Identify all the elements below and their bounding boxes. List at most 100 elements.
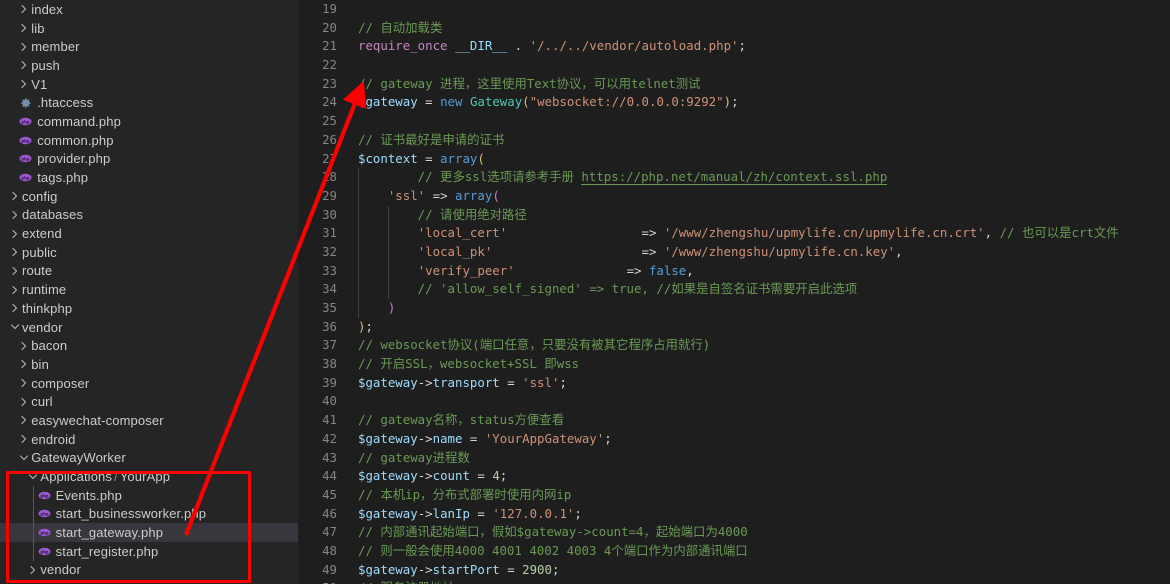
code-line-content[interactable]: // 'allow_self_signed' => true, //如果是自签名… xyxy=(350,280,1170,299)
code-line[interactable]: 48 // 则一般会使用4000 4001 4002 4003 4个端口作为内部通… xyxy=(298,542,1170,561)
code-line-content[interactable]: require_once __DIR__ . '/../../vendor/au… xyxy=(350,37,1170,56)
code-line-content[interactable]: ); xyxy=(350,318,1170,337)
chevron-down-icon[interactable] xyxy=(26,471,40,483)
tree-item-gatewayworker[interactable]: GatewayWorker xyxy=(0,449,298,468)
tree-item-config[interactable]: config xyxy=(0,187,298,206)
code-line-content[interactable]: ) xyxy=(350,299,1170,318)
code-line-content[interactable] xyxy=(350,56,1170,75)
tree-item-curl[interactable]: curl xyxy=(0,392,298,411)
file-explorer-sidebar[interactable]: index lib member push V1 .htaccess php command.… xyxy=(0,0,298,584)
code-line-content[interactable]: // gateway进程数 xyxy=(350,449,1170,468)
tree-item-endroid[interactable]: endroid xyxy=(0,430,298,449)
code-line[interactable]: 28 // 更多ssl选项请参考手册 https://php.net/manua… xyxy=(298,168,1170,187)
chevron-right-icon[interactable] xyxy=(8,228,22,240)
code-line[interactable]: 21 require_once __DIR__ . '/../../vendor/… xyxy=(298,37,1170,56)
chevron-right-icon[interactable] xyxy=(26,564,40,576)
code-line-content[interactable]: $context = array( xyxy=(350,150,1170,169)
chevron-right-icon[interactable] xyxy=(8,246,22,258)
code-line-content[interactable]: // websocket协议(端口任意，只要没有被其它程序占用就行) xyxy=(350,336,1170,355)
code-line[interactable]: 20 // 自动加载类 xyxy=(298,19,1170,38)
tree-item-start-businessworker-php[interactable]: php start_businessworker.php xyxy=(0,504,298,524)
tree-item-command-php[interactable]: php command.php xyxy=(0,112,298,131)
code-line[interactable]: 24 $gateway = new Gateway("websocket://0.… xyxy=(298,93,1170,112)
tree-item-provider-php[interactable]: php provider.php xyxy=(0,150,298,169)
tree-item-applications[interactable]: Applications / YourApp xyxy=(0,467,298,486)
file-tree[interactable]: index lib member push V1 .htaccess php command.… xyxy=(0,0,298,579)
code-editor[interactable]: 19 20 // 自动加载类 21 require_once __DIR__ . '/.… xyxy=(298,0,1170,584)
code-line-content[interactable]: // 内部通讯起始端口，假如$gateway->count=4，起始端口为400… xyxy=(350,523,1170,542)
tree-item-events-php[interactable]: php Events.php xyxy=(0,485,298,505)
code-line[interactable]: 35 ) xyxy=(298,299,1170,318)
code-line[interactable]: 43 // gateway进程数 xyxy=(298,449,1170,468)
code-line[interactable]: 41 // gateway名称，status方便查看 xyxy=(298,411,1170,430)
code-line-content[interactable]: // 自动加载类 xyxy=(350,19,1170,38)
code-line[interactable]: 44 $gateway->count = 4; xyxy=(298,467,1170,486)
tree-item-v1[interactable]: V1 xyxy=(0,75,298,94)
chevron-right-icon[interactable] xyxy=(17,396,31,408)
code-line-content[interactable]: $gateway->startPort = 2900; xyxy=(350,561,1170,580)
code-line-content[interactable] xyxy=(350,112,1170,131)
code-line-content[interactable]: // 请使用绝对路径 xyxy=(350,205,1170,225)
code-line[interactable]: 38 // 开启SSL，websocket+SSL 即wss xyxy=(298,355,1170,374)
code-line[interactable]: 45 // 本机ip，分布式部署时使用内网ip xyxy=(298,486,1170,505)
tree-item-index[interactable]: index xyxy=(0,0,298,19)
chevron-down-icon[interactable] xyxy=(8,321,22,333)
chevron-right-icon[interactable] xyxy=(17,59,31,71)
code-line[interactable]: 31 'local_cert' => '/www/zhengshu/upmyli… xyxy=(298,224,1170,243)
chevron-right-icon[interactable] xyxy=(8,209,22,221)
chevron-right-icon[interactable] xyxy=(8,265,22,277)
code-line-content[interactable]: // 开启SSL，websocket+SSL 即wss xyxy=(350,355,1170,374)
code-line[interactable]: 34 // 'allow_self_signed' => true, //如果是… xyxy=(298,280,1170,299)
code-line-content[interactable]: $gateway = new Gateway("websocket://0.0.… xyxy=(350,93,1170,112)
code-line-content[interactable]: $gateway->name = 'YourAppGateway'; xyxy=(350,430,1170,449)
chevron-down-icon[interactable] xyxy=(17,452,31,464)
code-line[interactable]: 25 xyxy=(298,112,1170,131)
chevron-right-icon[interactable] xyxy=(17,414,31,426)
code-line[interactable]: 27 $context = array( xyxy=(298,150,1170,169)
code-line[interactable]: 26 // 证书最好是申请的证书 xyxy=(298,131,1170,150)
tree-item-extend[interactable]: extend xyxy=(0,224,298,243)
code-line[interactable]: 32 'local_pk' => '/www/zhengshu/upmylife… xyxy=(298,242,1170,262)
code-line[interactable]: 30 // 请使用绝对路径 xyxy=(298,205,1170,225)
code-line-content[interactable] xyxy=(350,0,1170,19)
tree-item-start-gateway-php[interactable]: php start_gateway.php xyxy=(0,523,298,542)
code-line-content[interactable] xyxy=(350,392,1170,411)
code-content[interactable]: 19 20 // 自动加载类 21 require_once __DIR__ . '/.… xyxy=(298,0,1170,584)
tree-item-push[interactable]: push xyxy=(0,56,298,75)
code-line-content[interactable]: 'local_cert' => '/www/zhengshu/upmylife.… xyxy=(350,224,1170,243)
code-line-content[interactable]: // gateway 进程，这里使用Text协议，可以用telnet测试 xyxy=(350,75,1170,94)
code-line-content[interactable]: $gateway->count = 4; xyxy=(350,467,1170,486)
tree-item-lib[interactable]: lib xyxy=(0,19,298,38)
chevron-right-icon[interactable] xyxy=(8,190,22,202)
chevron-right-icon[interactable] xyxy=(17,3,31,15)
code-line[interactable]: 39 $gateway->transport = 'ssl'; xyxy=(298,374,1170,393)
chevron-right-icon[interactable] xyxy=(17,358,31,370)
code-line-content[interactable]: // 证书最好是申请的证书 xyxy=(350,131,1170,150)
tree-item--htaccess[interactable]: .htaccess xyxy=(0,93,298,112)
code-line[interactable]: 46 $gateway->lanIp = '127.0.0.1'; xyxy=(298,505,1170,524)
code-line-content[interactable]: // 则一般会使用4000 4001 4002 4003 4个端口作为内部通讯端… xyxy=(350,542,1170,561)
code-line-content[interactable]: $gateway->lanIp = '127.0.0.1'; xyxy=(350,505,1170,524)
chevron-right-icon[interactable] xyxy=(17,433,31,445)
code-line-content[interactable]: // gateway名称，status方便查看 xyxy=(350,411,1170,430)
code-line[interactable]: 37 // websocket协议(端口任意，只要没有被其它程序占用就行) xyxy=(298,336,1170,355)
tree-item-tags-php[interactable]: php tags.php xyxy=(0,168,298,187)
tree-item-member[interactable]: member xyxy=(0,37,298,56)
tree-item-route[interactable]: route xyxy=(0,262,298,281)
code-line[interactable]: 42 $gateway->name = 'YourAppGateway'; xyxy=(298,430,1170,449)
code-line[interactable]: 49 $gateway->startPort = 2900; xyxy=(298,561,1170,580)
code-line-content[interactable]: // 服务注册地址 xyxy=(350,579,1170,584)
code-line[interactable]: 50 // 服务注册地址 xyxy=(298,579,1170,584)
tree-item-vendor[interactable]: vendor xyxy=(0,318,298,337)
tree-item-public[interactable]: public xyxy=(0,243,298,262)
chevron-right-icon[interactable] xyxy=(8,302,22,314)
code-line[interactable]: 40 xyxy=(298,392,1170,411)
code-line[interactable]: 22 xyxy=(298,56,1170,75)
tree-item-easywechat-composer[interactable]: easywechat-composer xyxy=(0,411,298,430)
code-line[interactable]: 23 // gateway 进程，这里使用Text协议，可以用telnet测试 xyxy=(298,75,1170,94)
code-line-content[interactable]: // 更多ssl选项请参考手册 https://php.net/manual/z… xyxy=(350,168,1170,187)
code-line[interactable]: 19 xyxy=(298,0,1170,19)
chevron-right-icon[interactable] xyxy=(17,377,31,389)
code-line-content[interactable]: $gateway->transport = 'ssl'; xyxy=(350,374,1170,393)
chevron-right-icon[interactable] xyxy=(17,22,31,34)
